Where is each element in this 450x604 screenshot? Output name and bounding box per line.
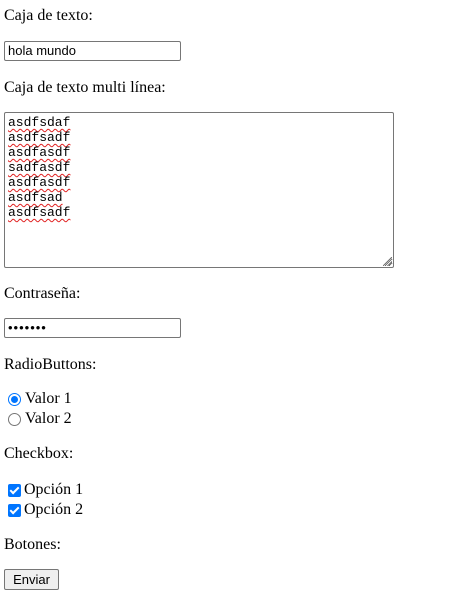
textarea-line: asdfasdf [8,145,71,160]
multiline-textarea[interactable]: asdfsdaf asdfsadf asdfasdf sadfasdf asdf… [4,112,394,268]
radio-button-checked[interactable] [8,392,21,406]
textarea-line: sadfasdf [8,160,71,175]
radio-option-label: Valor 2 [25,410,72,427]
radio-option-1[interactable]: Valor 1 [8,389,72,409]
checkbox-option-2[interactable]: Opción 2 [8,500,83,520]
textarea-line: asdfsad [8,190,63,205]
resize-grip-icon[interactable] [383,257,392,266]
textarea-label: Caja de texto multi línea: [4,79,166,96]
radio-option-label: Valor 1 [25,390,72,407]
textarea-line: asdfsdaf [8,115,71,130]
textarea-line: asdfsadf [8,205,71,220]
text-input[interactable]: hola mundo [4,41,181,61]
checkbox-option-1[interactable]: Opción 1 [8,480,83,500]
password-label: Contraseña: [4,285,81,302]
password-input[interactable]: ••••••• [4,318,181,338]
submit-button[interactable]: Enviar [4,569,59,590]
radio-group-label: RadioButtons: [4,356,97,373]
checkbox-group-label: Checkbox: [4,445,74,462]
checkbox-checked[interactable] [8,483,21,497]
radio-option-2[interactable]: Valor 2 [8,409,72,429]
buttons-label: Botones: [4,536,61,553]
text-field-label: Caja de texto: [4,7,93,24]
checkbox-option-label: Opción 1 [24,481,84,498]
textarea-line: asdfsadf [8,130,71,145]
checkbox-option-label: Opción 2 [24,501,84,518]
textarea-line: asdfasdf [8,175,71,190]
checkbox-checked[interactable] [8,503,21,517]
radio-button-unchecked[interactable] [8,412,21,426]
